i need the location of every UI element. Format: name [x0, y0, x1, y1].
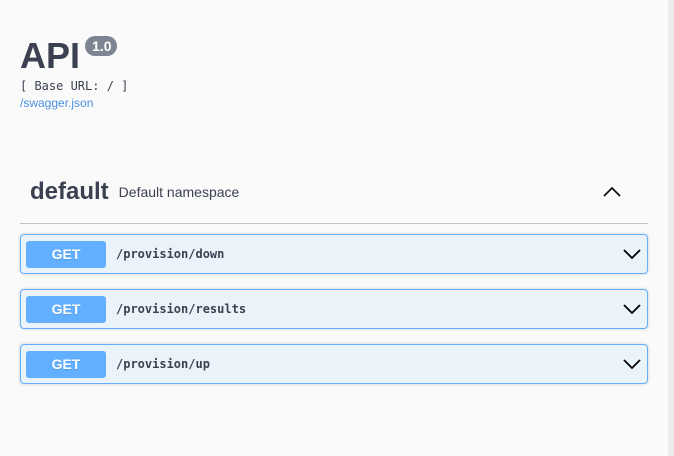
- opblock-get-provision-results[interactable]: GET /provision/results: [20, 289, 648, 329]
- api-info: API 1.0 [ Base URL: / ] /swagger.json: [20, 36, 128, 112]
- chevron-down-icon[interactable]: [622, 299, 642, 319]
- title-row: API 1.0: [20, 36, 128, 76]
- operation-path: /provision/up: [116, 357, 210, 371]
- opblock-get-provision-up[interactable]: GET /provision/up: [20, 344, 648, 384]
- operations-list: GET /provision/down GET /provision/resul…: [20, 234, 648, 384]
- version-badge: 1.0: [85, 36, 118, 56]
- scrollbar[interactable]: [668, 0, 674, 456]
- tag-section-default: default Default namespace GET /provision…: [20, 160, 648, 399]
- tag-name: default: [30, 177, 109, 205]
- swagger-json-link[interactable]: /swagger.json: [20, 95, 93, 111]
- method-badge: GET: [26, 350, 106, 378]
- base-url: [ Base URL: / ]: [20, 79, 129, 93]
- operation-path: /provision/results: [116, 302, 247, 316]
- chevron-down-icon[interactable]: [622, 354, 642, 374]
- chevron-up-icon[interactable]: [602, 182, 622, 202]
- tag-header-default[interactable]: default Default namespace: [20, 160, 648, 224]
- method-badge: GET: [26, 295, 106, 323]
- operation-path: /provision/down: [116, 247, 225, 261]
- chevron-down-icon[interactable]: [622, 244, 642, 264]
- opblock-get-provision-down[interactable]: GET /provision/down: [20, 234, 648, 274]
- api-title: API: [20, 35, 81, 76]
- tag-description: Default namespace: [118, 183, 240, 200]
- method-badge: GET: [26, 240, 106, 268]
